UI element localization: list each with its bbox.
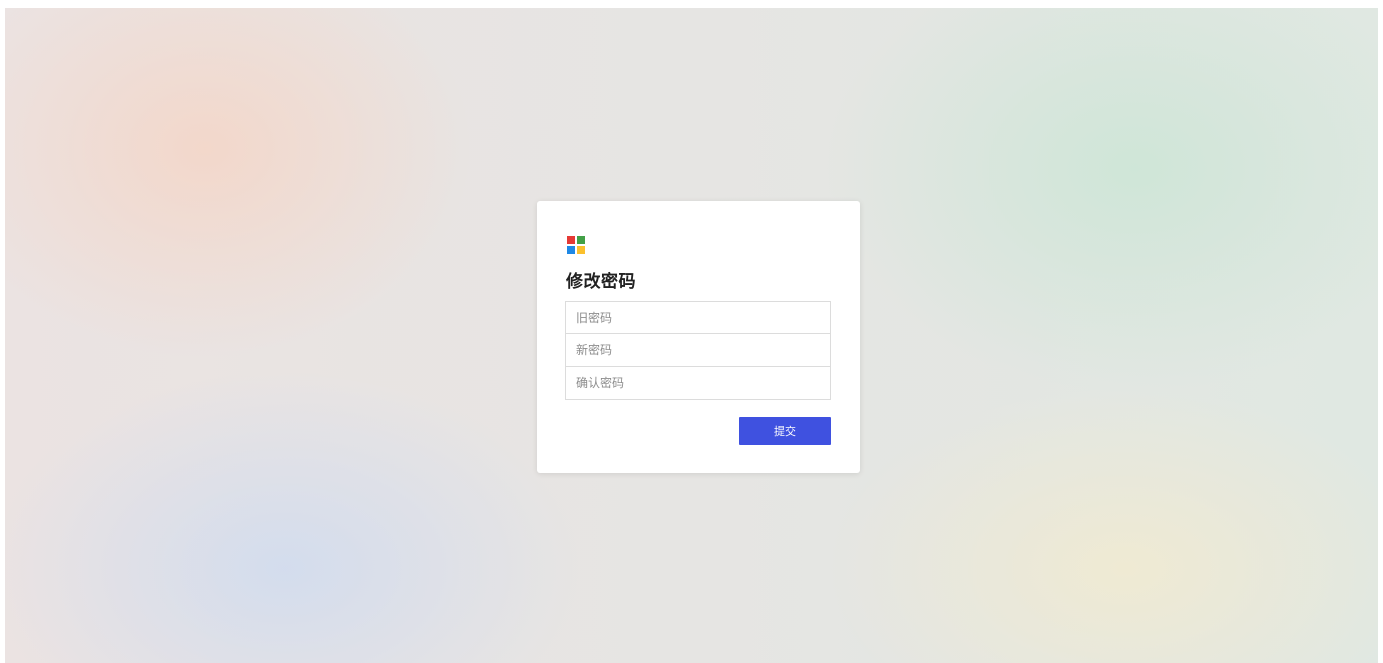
change-password-card: 修改密码 提交: [537, 201, 860, 473]
password-form: [565, 301, 831, 400]
logo-square-yellow: [577, 246, 585, 254]
page-title: 修改密码: [566, 272, 636, 292]
confirm-password-input[interactable]: [565, 367, 831, 400]
logo-square-green: [577, 236, 585, 244]
logo-square-red: [567, 236, 575, 244]
old-password-input[interactable]: [565, 301, 831, 334]
submit-button[interactable]: 提交: [739, 417, 831, 445]
four-square-logo-icon: [567, 236, 585, 254]
new-password-input[interactable]: [565, 334, 831, 367]
logo-square-blue: [567, 246, 575, 254]
